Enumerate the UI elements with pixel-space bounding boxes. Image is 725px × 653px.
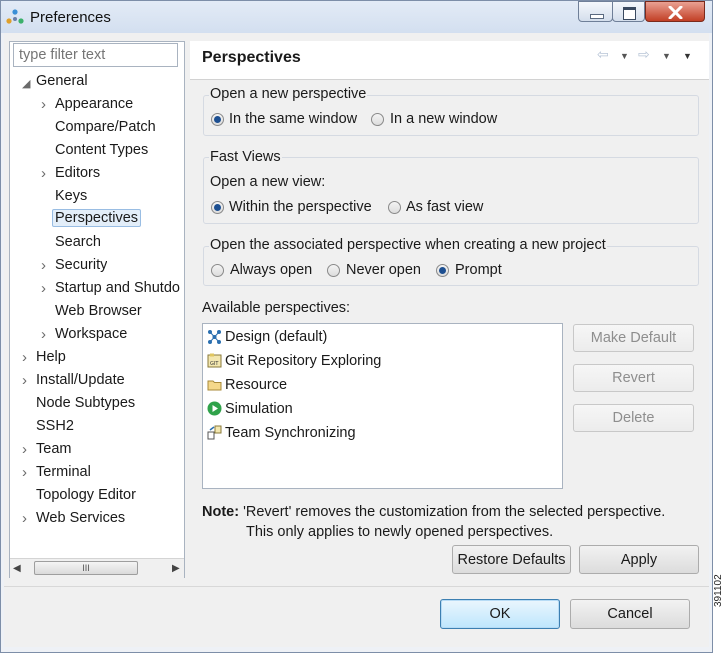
- tree-item-content-types[interactable]: Content Types: [55, 142, 148, 158]
- tree-collapsed-icon[interactable]: ›: [22, 464, 27, 481]
- tree-item-perspectives[interactable]: Perspectives: [52, 209, 142, 227]
- tree-item-compare-patch[interactable]: Compare/Patch: [55, 119, 156, 135]
- back-arrow-icon[interactable]: ⇦: [597, 46, 609, 63]
- ok-button[interactable]: OK: [440, 599, 560, 629]
- within-perspective-radio[interactable]: [211, 201, 224, 214]
- make-default-button[interactable]: Make Default: [573, 324, 694, 352]
- never-open-radio[interactable]: [327, 264, 340, 277]
- list-item[interactable]: GIT Git Repository Exploring: [207, 353, 381, 369]
- button-bar-separator: [4, 586, 709, 587]
- available-perspectives-label: Available perspectives:: [202, 300, 351, 316]
- as-fast-view-label[interactable]: As fast view: [406, 199, 483, 215]
- tree-item-terminal[interactable]: Terminal: [36, 464, 91, 480]
- perspective-label: Team Synchronizing: [225, 425, 356, 441]
- tree-item-workspace[interactable]: Workspace: [55, 326, 127, 342]
- revert-button[interactable]: Revert: [573, 364, 694, 392]
- perspective-label: Git Repository Exploring: [225, 353, 382, 369]
- list-item[interactable]: Design (default): [207, 329, 327, 345]
- open-perspective-group-label: Open a new perspective: [209, 86, 368, 102]
- same-window-radio[interactable]: [211, 113, 224, 126]
- list-item[interactable]: Resource: [207, 377, 287, 393]
- tree-collapsed-icon[interactable]: ›: [22, 372, 27, 389]
- back-history-dropdown-icon[interactable]: ▼: [620, 51, 629, 61]
- close-icon: [668, 6, 683, 19]
- tree-item-startup-and-shutdo[interactable]: Startup and Shutdo: [55, 280, 180, 296]
- associated-perspective-group-label: Open the associated perspective when cre…: [209, 237, 607, 253]
- new-window-label[interactable]: In a new window: [390, 111, 497, 127]
- note-line-1: 'Revert' removes the customization from …: [243, 504, 666, 520]
- view-menu-icon[interactable]: ▼: [683, 51, 692, 61]
- tree-collapsed-icon[interactable]: ›: [22, 510, 27, 527]
- prompt-label[interactable]: Prompt: [455, 262, 502, 278]
- note-line-2: This only applies to newly opened perspe…: [246, 524, 554, 540]
- prompt-radio[interactable]: [436, 264, 449, 277]
- app-icon: [6, 9, 24, 24]
- close-button[interactable]: [645, 1, 705, 22]
- note-label: Note:: [202, 504, 240, 520]
- within-perspective-label[interactable]: Within the perspective: [229, 199, 372, 215]
- always-open-label[interactable]: Always open: [230, 262, 312, 278]
- tree-collapsed-icon[interactable]: ›: [22, 441, 27, 458]
- cancel-button[interactable]: Cancel: [570, 599, 690, 629]
- tree-collapsed-icon[interactable]: ›: [41, 96, 46, 113]
- never-open-label[interactable]: Never open: [346, 262, 421, 278]
- scroll-thumb[interactable]: III: [34, 561, 138, 575]
- tree-item-keys[interactable]: Keys: [55, 188, 87, 204]
- note-text: Note: 'Revert' removes the customization…: [202, 502, 665, 542]
- always-open-radio[interactable]: [211, 264, 224, 277]
- minimize-icon: [590, 14, 604, 19]
- tree-item-web-services[interactable]: Web Services: [36, 510, 125, 526]
- perspective-label: Simulation: [225, 401, 293, 417]
- window-title: Preferences: [30, 9, 111, 26]
- new-window-radio[interactable]: [371, 113, 384, 126]
- fast-views-group-label: Fast Views: [209, 149, 282, 165]
- team-sync-icon: [207, 425, 222, 440]
- tree-item-help[interactable]: Help: [36, 349, 66, 365]
- maximize-icon: [623, 7, 636, 20]
- folder-icon: [207, 380, 222, 391]
- simulation-play-icon: [207, 401, 222, 416]
- tree-item-team[interactable]: Team: [36, 441, 71, 457]
- maximize-button[interactable]: [612, 1, 645, 22]
- tree-collapsed-icon[interactable]: ›: [22, 349, 27, 366]
- tree-item-search[interactable]: Search: [55, 234, 101, 250]
- perspective-label: Design (default): [225, 329, 328, 345]
- perspectives-list[interactable]: Design (default) GIT Git Repository Explo…: [202, 323, 563, 489]
- tree-collapsed-icon[interactable]: ›: [41, 326, 46, 343]
- tree-item-node-subtypes[interactable]: Node Subtypes: [36, 395, 135, 411]
- tree-item-topology-editor[interactable]: Topology Editor: [36, 487, 136, 503]
- restore-defaults-button[interactable]: Restore Defaults: [452, 545, 571, 574]
- tree-collapsed-icon[interactable]: ›: [41, 165, 46, 182]
- as-fast-view-radio[interactable]: [388, 201, 401, 214]
- minimize-button[interactable]: [578, 1, 613, 22]
- tree-horizontal-scrollbar[interactable]: ◀ III ▶: [10, 558, 184, 578]
- forward-history-dropdown-icon[interactable]: ▼: [662, 51, 671, 61]
- git-icon: GIT: [207, 353, 222, 368]
- forward-arrow-icon[interactable]: ⇨: [638, 46, 650, 63]
- page-title: Perspectives: [202, 49, 301, 66]
- tree-collapsed-icon[interactable]: ›: [41, 280, 46, 297]
- open-new-view-label: Open a new view:: [210, 174, 326, 190]
- tree-item-security[interactable]: Security: [55, 257, 107, 273]
- list-item[interactable]: Team Synchronizing: [207, 425, 356, 441]
- list-item[interactable]: Simulation: [207, 401, 293, 417]
- design-icon: [208, 330, 221, 344]
- tree-item-ssh2[interactable]: SSH2: [36, 418, 74, 434]
- apply-button[interactable]: Apply: [579, 545, 699, 574]
- tree-item-appearance[interactable]: Appearance: [55, 96, 133, 112]
- svg-text:GIT: GIT: [210, 361, 219, 367]
- tree-expanded-icon[interactable]: ◢: [22, 77, 30, 90]
- delete-button[interactable]: Delete: [573, 404, 694, 432]
- tree-item-install-update[interactable]: Install/Update: [36, 372, 125, 388]
- tree-item-editors[interactable]: Editors: [55, 165, 100, 181]
- filter-input[interactable]: [13, 43, 178, 67]
- same-window-label[interactable]: In the same window: [229, 111, 357, 127]
- tree-item-web-browser[interactable]: Web Browser: [55, 303, 142, 319]
- scroll-left-icon[interactable]: ◀: [13, 563, 21, 574]
- scroll-right-icon[interactable]: ▶: [172, 563, 180, 574]
- perspective-label: Resource: [225, 377, 288, 393]
- tree-item-general[interactable]: General: [36, 73, 88, 89]
- tree-collapsed-icon[interactable]: ›: [41, 257, 46, 274]
- figure-id-stamp: 391102: [713, 574, 724, 607]
